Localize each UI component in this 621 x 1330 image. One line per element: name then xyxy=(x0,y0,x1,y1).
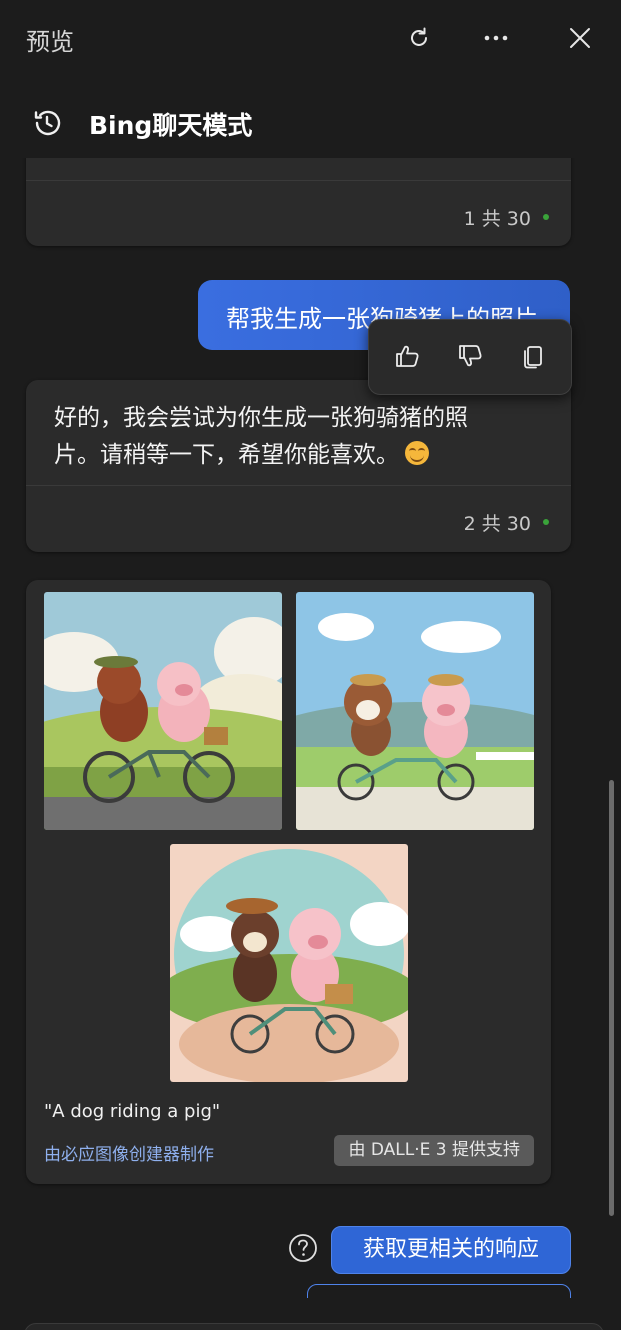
refresh-button[interactable] xyxy=(401,20,437,56)
chat-mode-title: Bing聊天模式 xyxy=(89,111,253,140)
generated-image-2[interactable] xyxy=(296,592,534,830)
image-caption: "A dog riding a pig" xyxy=(44,1101,221,1122)
close-icon xyxy=(570,28,590,48)
close-button[interactable] xyxy=(562,20,598,56)
bot-reply-line-1: 好的，我会尝试为你生成一张狗骑猪的照 xyxy=(54,405,468,431)
like-button[interactable] xyxy=(389,338,425,374)
history-button[interactable] xyxy=(30,106,64,140)
thumbs-up-icon xyxy=(396,345,419,367)
help-button[interactable] xyxy=(288,1233,318,1263)
bot-reply-card: 好的，我会尝试为你生成一张狗骑猪的照 片。请稍等一下，希望你能喜欢。 2 共 3… xyxy=(26,380,571,552)
bot-reply-line-2: 片。请稍等一下，希望你能喜欢。 xyxy=(54,442,399,468)
chat-header: Bing聊天模式 xyxy=(0,88,621,158)
help-icon xyxy=(289,1234,317,1262)
dog-and-pig-on-bicycle-image-3 xyxy=(170,844,408,1082)
response-counter: 1 共 30 xyxy=(464,204,549,231)
generated-image-3[interactable] xyxy=(170,844,408,1082)
window-title: 预览 xyxy=(26,28,74,56)
card-divider xyxy=(26,180,571,181)
copy-icon xyxy=(524,346,542,369)
status-dot xyxy=(543,518,549,525)
bot-reply-text: 好的，我会尝试为你生成一张狗骑猪的照 片。请稍等一下，希望你能喜欢。 xyxy=(54,400,554,474)
refresh-icon xyxy=(411,27,427,46)
card-divider xyxy=(26,485,571,486)
more-options-button[interactable] xyxy=(478,20,514,56)
previous-response-card: 1 共 30 xyxy=(26,158,571,246)
scrollbar-thumb[interactable] xyxy=(609,780,614,1216)
suggestion-button[interactable]: 获取更相关的响应 xyxy=(331,1226,571,1274)
response-counter-text: 2 共 30 xyxy=(463,513,531,535)
message-actions-popup xyxy=(368,319,572,395)
status-dot xyxy=(543,213,549,220)
dog-and-pig-on-bicycle-image-1 xyxy=(44,592,282,830)
image-result-card: "A dog riding a pig" 由必应图像创建器制作 由 DALL·E… xyxy=(26,580,551,1184)
response-counter: 2 共 30 xyxy=(464,509,549,536)
copy-button[interactable] xyxy=(515,338,551,374)
dislike-button[interactable] xyxy=(452,338,488,374)
smiling-face-icon xyxy=(405,440,429,465)
conversation-area[interactable]: 1 共 30 帮我生成一张狗骑猪上的照片 好的，我会尝试为你生成一张狗骑猪的照 … xyxy=(0,158,621,1298)
dog-and-pig-on-bicycle-image-2 xyxy=(296,592,534,830)
image-creator-link[interactable]: 由必应图像创建器制作 xyxy=(44,1140,214,1165)
suggestion-button-partial[interactable] xyxy=(307,1284,571,1298)
response-counter-text: 1 共 30 xyxy=(463,208,531,230)
thumbs-down-icon xyxy=(459,345,482,367)
history-icon xyxy=(34,110,61,136)
dalle-powered-badge: 由 DALL·E 3 提供支持 xyxy=(334,1135,534,1166)
preview-window: 预览 Bing聊天模式 1 共 30 好的，我会尝试为你生成一张狗骑猪的照 片。… xyxy=(0,0,621,1330)
more-icon xyxy=(484,35,508,41)
input-area-edge xyxy=(24,1323,604,1330)
generated-image-1[interactable] xyxy=(44,592,282,830)
title-bar: 预览 xyxy=(0,0,621,78)
